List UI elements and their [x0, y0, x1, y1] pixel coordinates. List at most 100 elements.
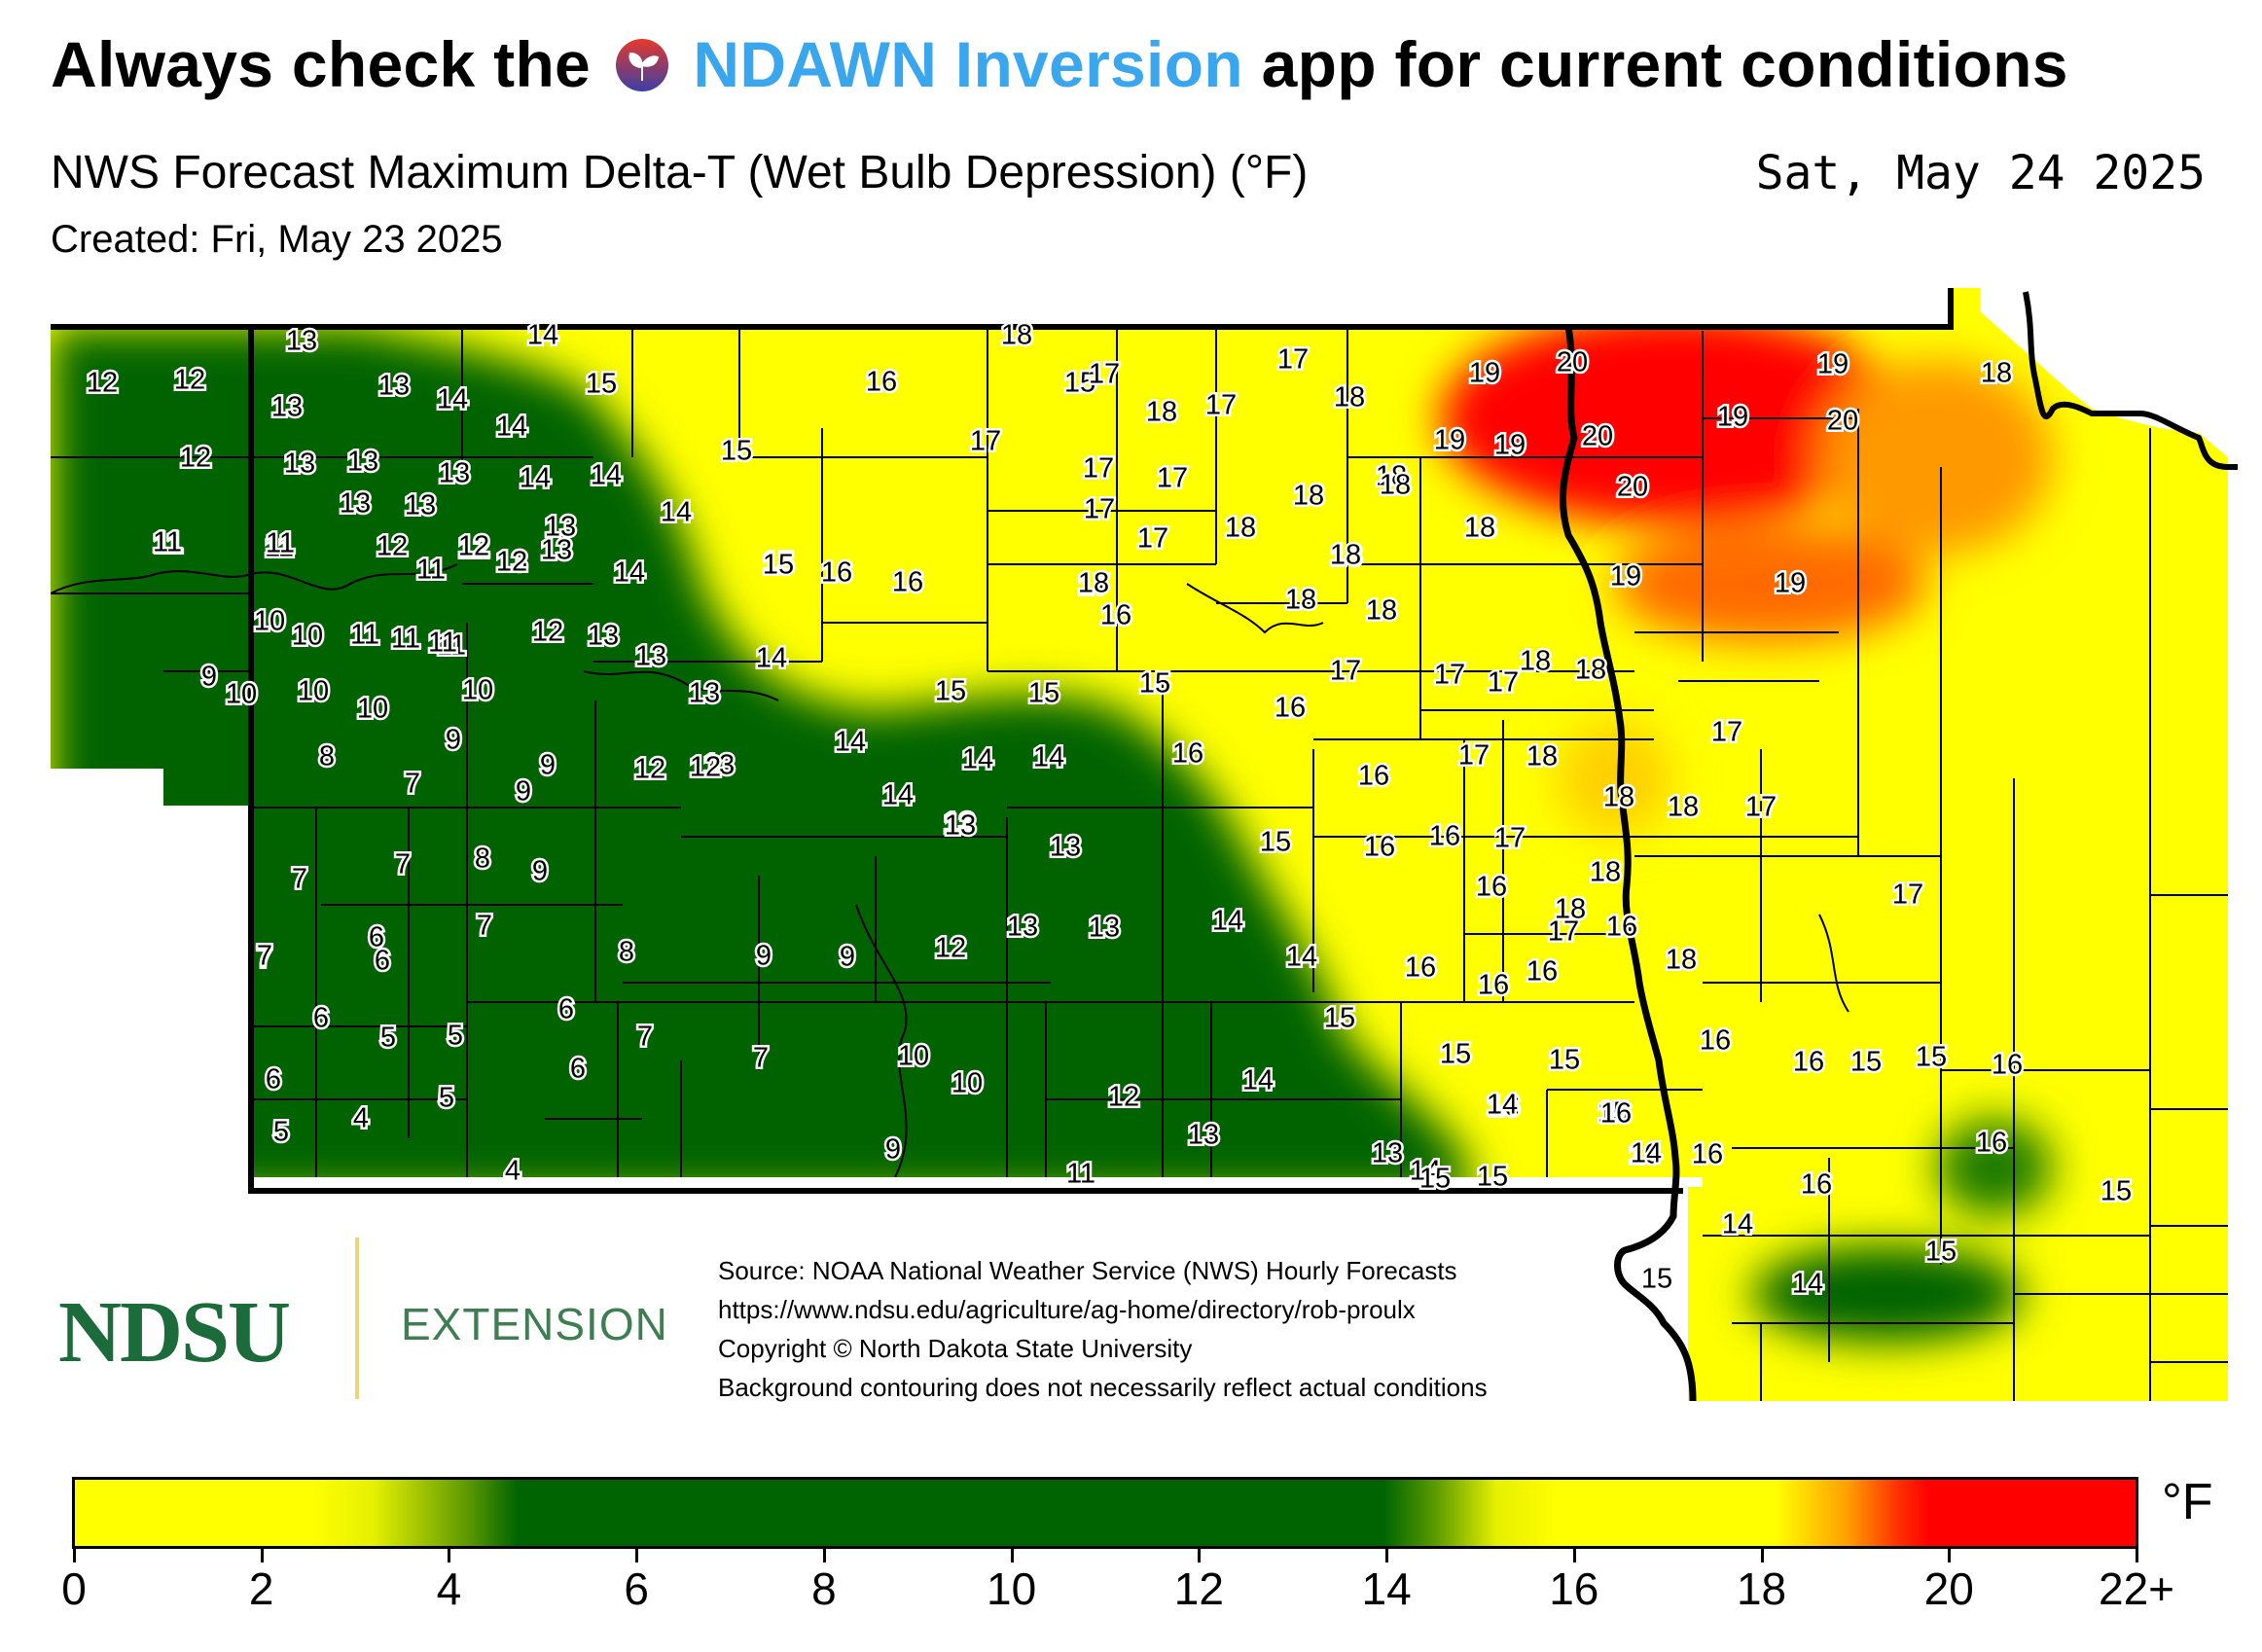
station-value-label: 13	[1188, 1120, 1219, 1151]
station-value-label: 17	[1084, 494, 1115, 525]
station-value-label: 18	[1146, 397, 1177, 428]
station-value-label: 16	[1526, 956, 1558, 988]
station-value-label: 14	[962, 744, 993, 775]
station-value-label: 8	[619, 937, 634, 968]
station-value-label: 10	[226, 679, 257, 710]
colorbar-tick	[1385, 1549, 1389, 1562]
station-value-label: 18	[1603, 782, 1634, 813]
colorbar-tick-label: 14	[1361, 1563, 1412, 1614]
colorbar-tick	[448, 1549, 451, 1562]
station-value-label: 19	[1610, 561, 1641, 593]
station-value-label: 20	[1557, 347, 1588, 378]
station-value-label: 14	[1286, 942, 1317, 973]
station-value-label: 18	[1293, 481, 1324, 512]
station-value-label: 19	[1717, 402, 1748, 433]
station-value-label: 13	[1372, 1138, 1403, 1169]
created-date: Created: Fri, May 23 2025	[51, 218, 503, 261]
source-url: https://www.ndsu.edu/agriculture/ag-home…	[718, 1295, 1416, 1324]
station-value-label: 7	[257, 941, 272, 972]
station-value-label: 11	[266, 528, 295, 559]
station-value-label: 16	[1976, 1128, 2007, 1159]
station-value-label: 15	[1139, 668, 1170, 700]
station-value-label: 10	[298, 676, 329, 707]
station-value-label: 15	[763, 550, 794, 581]
colorbar-tick	[1010, 1549, 1014, 1562]
colorbar-tick-label: 4	[436, 1563, 462, 1614]
station-value-label: 13	[1050, 832, 1081, 863]
station-value-label: 17	[1157, 463, 1188, 494]
colorbar-tick-label: 12	[1173, 1563, 1224, 1614]
station-value-label: 10	[254, 606, 285, 637]
station-value-label: 14	[496, 412, 527, 443]
colorbar-tick	[635, 1549, 639, 1562]
station-value-label: 13	[271, 392, 303, 423]
station-value-label: 16	[866, 367, 897, 398]
station-value-label: 13	[439, 458, 470, 489]
station-value-label: 17	[1458, 740, 1490, 772]
station-value-label: 20	[1617, 472, 1648, 503]
station-value-label: 12	[458, 531, 489, 562]
station-value-label: 9	[840, 942, 855, 973]
station-value-label: 9	[756, 941, 772, 972]
station-value-label: 16	[1801, 1169, 1832, 1201]
station-value-label: 14	[1033, 742, 1064, 773]
station-value-label: 18	[1001, 320, 1032, 351]
station-value-label: 18	[1225, 513, 1256, 544]
station-value-label: 16	[1793, 1047, 1824, 1078]
station-value-label: 16	[1692, 1139, 1723, 1170]
station-value-label: 18	[1380, 470, 1411, 501]
colorbar-tick	[260, 1549, 264, 1562]
disclaimer-line: Background contouring does not necessari…	[718, 1373, 1488, 1402]
colorbar-tick	[1572, 1549, 1576, 1562]
colorbar-unit: °F	[2162, 1474, 2213, 1530]
colorbar	[72, 1477, 2138, 1549]
station-value-label: 12	[496, 547, 527, 578]
station-value-label: 7	[753, 1043, 769, 1074]
station-value-label: 16	[1405, 952, 1436, 984]
station-value-label: 14	[1722, 1209, 1753, 1240]
extension-label: EXTENSION	[401, 1299, 668, 1349]
station-value-label: 13	[340, 488, 371, 520]
station-value-label: 11	[1066, 1159, 1095, 1190]
station-value-label: 18	[1575, 655, 1606, 686]
station-value-label: 14	[835, 727, 866, 758]
station-value-label: 16	[892, 567, 923, 598]
station-value-label: 14	[1242, 1065, 1274, 1096]
station-value-label: 14	[661, 497, 692, 528]
station-value-label: 7	[395, 849, 411, 880]
station-value-label: 13	[635, 641, 666, 672]
colorbar-tick-label: 0	[61, 1563, 87, 1614]
station-value-label: 7	[477, 911, 492, 942]
station-value-label: 20	[1827, 406, 1858, 437]
station-value-label: 16	[1478, 970, 1509, 1001]
station-value-label: 14	[527, 320, 558, 351]
station-value-label: 17	[970, 426, 1001, 457]
colorbar-tick-label: 8	[811, 1563, 837, 1614]
colorbar-tick	[1198, 1549, 1202, 1562]
colorbar-tick-label: 10	[987, 1563, 1037, 1614]
station-value-label: 18	[1285, 585, 1316, 616]
colorbar-tick	[1948, 1549, 1952, 1562]
colorbar-tick-label: 18	[1736, 1563, 1787, 1614]
station-value-label: 14	[1212, 906, 1243, 937]
station-value-label: 15	[935, 676, 966, 707]
station-value-label: 14	[614, 557, 645, 589]
station-value-label: 9	[516, 776, 531, 808]
map-subtitle: NWS Forecast Maximum Delta-T (Wet Bulb D…	[51, 147, 1309, 198]
station-value-label: 15	[2100, 1176, 2132, 1207]
colorbar-tick	[822, 1549, 826, 1562]
station-value-label: 17	[1745, 792, 1777, 823]
station-value-label: 13	[286, 326, 317, 357]
station-value-label: 4	[505, 1156, 521, 1187]
station-value-label: 10	[357, 694, 388, 725]
colorbar-tick-label: 2	[248, 1563, 274, 1614]
station-value-label: 14	[882, 780, 914, 811]
station-value-label: 16	[1100, 600, 1131, 631]
station-value-label: 12	[634, 754, 665, 785]
station-value-label: 19	[1469, 358, 1500, 389]
colorbar-tick-label: 22+	[2098, 1563, 2175, 1614]
station-value-label: 18	[1464, 513, 1495, 544]
app-name: NDAWN Inversion	[693, 28, 1243, 100]
station-value-label: 17	[1137, 523, 1168, 555]
station-value-label: 11	[428, 628, 457, 659]
